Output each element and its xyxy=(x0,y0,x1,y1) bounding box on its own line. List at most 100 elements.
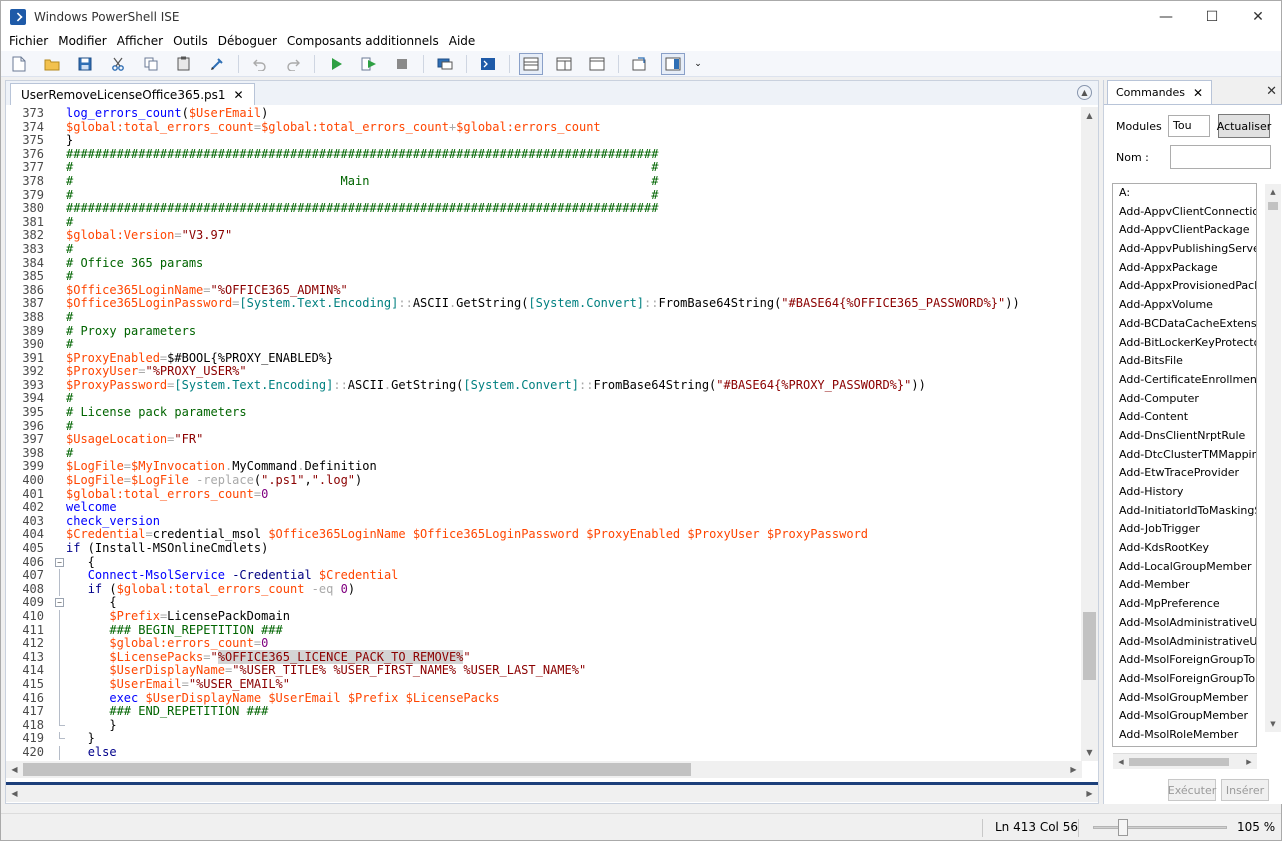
command-list-item[interactable]: Add-BitLockerKeyProtector xyxy=(1113,334,1256,353)
code-text[interactable]: log_errors_count($UserEmail) $global:tota… xyxy=(66,107,1020,760)
code-line[interactable]: } xyxy=(66,732,1020,746)
paste-icon[interactable] xyxy=(172,53,196,75)
command-list-item[interactable]: Add-MsolRoleMember xyxy=(1113,726,1256,745)
refresh-button[interactable]: Actualiser xyxy=(1217,114,1271,138)
editor-vertical-scrollbar[interactable]: ▲ ▼ xyxy=(1081,107,1098,761)
command-list-item[interactable]: Add-KdsRootKey xyxy=(1113,539,1256,558)
menu-composants[interactable]: Composants additionnels xyxy=(282,32,444,51)
code-line[interactable]: $ProxyUser="%PROXY_USER%" xyxy=(66,364,1020,379)
save-icon[interactable] xyxy=(73,53,97,75)
code-line[interactable]: # Main # xyxy=(66,174,1020,189)
commands-hscroll-thumb[interactable] xyxy=(1129,758,1229,766)
editor-horizontal-scrollbar[interactable]: ◀ ▶ xyxy=(6,761,1082,778)
run-script-tool-icon[interactable] xyxy=(205,53,229,75)
undo-icon[interactable] xyxy=(248,53,272,75)
command-list-item[interactable]: Add-History xyxy=(1113,483,1256,502)
commands-list[interactable]: A: Add-AppvClientConnection Add-AppvClient… xyxy=(1112,183,1257,747)
code-line[interactable]: # # xyxy=(66,161,1020,175)
code-line[interactable]: ### END_REPETITION ### xyxy=(66,704,1020,719)
name-input[interactable] xyxy=(1170,145,1271,169)
command-list-item[interactable]: Add-MsolAdministrativeUnitMember xyxy=(1113,614,1256,633)
command-list-item[interactable]: Add-MsolForeignGroupToRole xyxy=(1113,651,1256,670)
command-list-item[interactable]: Add-EtwTraceProvider xyxy=(1113,464,1256,483)
commands-pane-close-icon[interactable]: ✕ xyxy=(1266,84,1277,99)
scroll-right-icon[interactable]: ▶ xyxy=(1065,761,1082,778)
command-list-item[interactable]: Add-MsolForeignGroupToRole xyxy=(1113,670,1256,689)
command-list-item[interactable]: Add-AppvClientPackage xyxy=(1113,221,1256,240)
code-line[interactable]: ### BEGIN_REPETITION ### xyxy=(66,623,1020,638)
code-line[interactable]: $Office365LoginPassword=[System.Text.Enc… xyxy=(66,297,1020,311)
code-line[interactable]: # xyxy=(66,419,1020,434)
code-line[interactable]: check_version xyxy=(66,514,1020,529)
toolbar-overflow-icon[interactable]: ⌄ xyxy=(694,53,702,75)
command-list-item[interactable]: Add-AppxPackage xyxy=(1113,259,1256,278)
code-line[interactable]: $global:total_errors_count=0 xyxy=(66,487,1020,502)
code-line[interactable]: } xyxy=(66,718,1020,733)
commands-vscroll-thumb[interactable] xyxy=(1268,202,1278,210)
code-line[interactable]: ########################################… xyxy=(66,147,1020,162)
code-line[interactable]: # xyxy=(66,215,1020,230)
redo-icon[interactable] xyxy=(281,53,305,75)
editor-hscroll-thumb[interactable] xyxy=(23,763,691,776)
code-line[interactable]: if (Install-MSOnlineCmdlets) xyxy=(66,541,1020,556)
code-line[interactable]: Connect-MsolService -Credential $Credent… xyxy=(66,568,1020,583)
code-line[interactable]: $Office365LoginName="%OFFICE365_ADMIN%" xyxy=(66,283,1020,298)
code-line[interactable]: else xyxy=(66,745,1020,760)
open-folder-icon[interactable] xyxy=(40,53,64,75)
menu-aide[interactable]: Aide xyxy=(444,32,481,51)
code-line[interactable]: $Prefix=LicensePackDomain xyxy=(66,609,1020,624)
code-line[interactable]: $UserEmail="%USER_EMAIL%" xyxy=(66,677,1020,692)
code-line[interactable]: # xyxy=(66,310,1020,325)
code-line[interactable]: $UserDisplayName="%USER_TITLE% %USER_FIR… xyxy=(66,664,1020,678)
menu-modifier[interactable]: Modifier xyxy=(53,32,112,51)
code-line[interactable]: if ($global:total_errors_count -eq 0) xyxy=(66,582,1020,597)
command-list-item[interactable]: Add-MsolGroupMember xyxy=(1113,707,1256,726)
command-list-item[interactable]: Add-BitsFile xyxy=(1113,352,1256,371)
code-line[interactable]: } xyxy=(66,134,1020,148)
powershell-console-icon[interactable] xyxy=(476,53,500,75)
insert-command-button[interactable]: Insérer xyxy=(1221,779,1269,801)
fold-toggle-icon[interactable]: − xyxy=(55,557,64,567)
code-line[interactable]: $ProxyPassword=[System.Text.Encoding]::A… xyxy=(66,378,1020,393)
layout-top-icon[interactable] xyxy=(519,52,543,75)
command-list-item[interactable]: Add-InitiatorIdToMaskingSet xyxy=(1113,502,1256,521)
command-list-item[interactable]: Add-LocalGroupMember xyxy=(1113,558,1256,577)
code-line[interactable]: $LicensePacks="%OFFICE365_LICENCE_PACK_T… xyxy=(66,649,1020,665)
commands-scroll-down-icon[interactable]: ▼ xyxy=(1265,716,1281,732)
code-line[interactable]: # xyxy=(66,269,1020,284)
commands-vertical-scrollbar[interactable]: ▲ ▼ xyxy=(1265,184,1281,732)
maximize-button[interactable]: ☐ xyxy=(1189,1,1235,32)
command-list-item[interactable]: Add-AppxVolume xyxy=(1113,296,1256,315)
command-list-item[interactable]: Add-MpPreference xyxy=(1113,595,1256,614)
code-line[interactable]: # xyxy=(66,446,1020,461)
code-line[interactable]: # # xyxy=(66,188,1020,203)
zoom-slider[interactable] xyxy=(1093,826,1227,829)
code-line[interactable]: # xyxy=(66,337,1020,352)
command-list-item[interactable]: Add-JobTrigger xyxy=(1113,520,1256,539)
scroll-left-icon[interactable]: ◀ xyxy=(6,761,23,778)
code-line[interactable]: # xyxy=(66,242,1020,257)
new-file-icon[interactable] xyxy=(7,53,31,75)
command-list-item[interactable]: Add-Computer xyxy=(1113,390,1256,409)
command-list-item[interactable]: Add-AppvClientConnection xyxy=(1113,203,1256,222)
close-button[interactable]: ✕ xyxy=(1235,1,1281,32)
run-selection-icon[interactable] xyxy=(357,53,381,75)
command-list-item[interactable]: A: xyxy=(1113,184,1256,203)
layout-right-icon[interactable] xyxy=(552,53,576,75)
command-list-item[interactable]: Add-Content xyxy=(1113,408,1256,427)
show-commands-icon[interactable] xyxy=(661,52,685,75)
editor-vscroll-thumb[interactable] xyxy=(1083,612,1096,680)
modules-select[interactable]: Tou xyxy=(1168,115,1210,137)
tab-close-icon[interactable]: ✕ xyxy=(234,88,244,102)
console-scroll-right-icon[interactable]: ▶ xyxy=(1081,785,1098,802)
copy-icon[interactable] xyxy=(139,53,163,75)
commands-horizontal-scrollbar[interactable]: ◀ ▶ xyxy=(1113,753,1257,769)
scroll-up-icon[interactable]: ▲ xyxy=(1081,107,1098,124)
stop-icon[interactable] xyxy=(390,53,414,75)
menu-afficher[interactable]: Afficher xyxy=(112,32,168,51)
code-line[interactable]: $global:Version="V3.97" xyxy=(66,229,1020,243)
console-scroll-left-icon[interactable]: ◀ xyxy=(6,785,23,802)
commands-tab-close-icon[interactable]: ✕ xyxy=(1193,86,1203,100)
run-command-button[interactable]: Exécuter xyxy=(1168,779,1216,801)
commands-scroll-left-icon[interactable]: ◀ xyxy=(1113,754,1129,770)
